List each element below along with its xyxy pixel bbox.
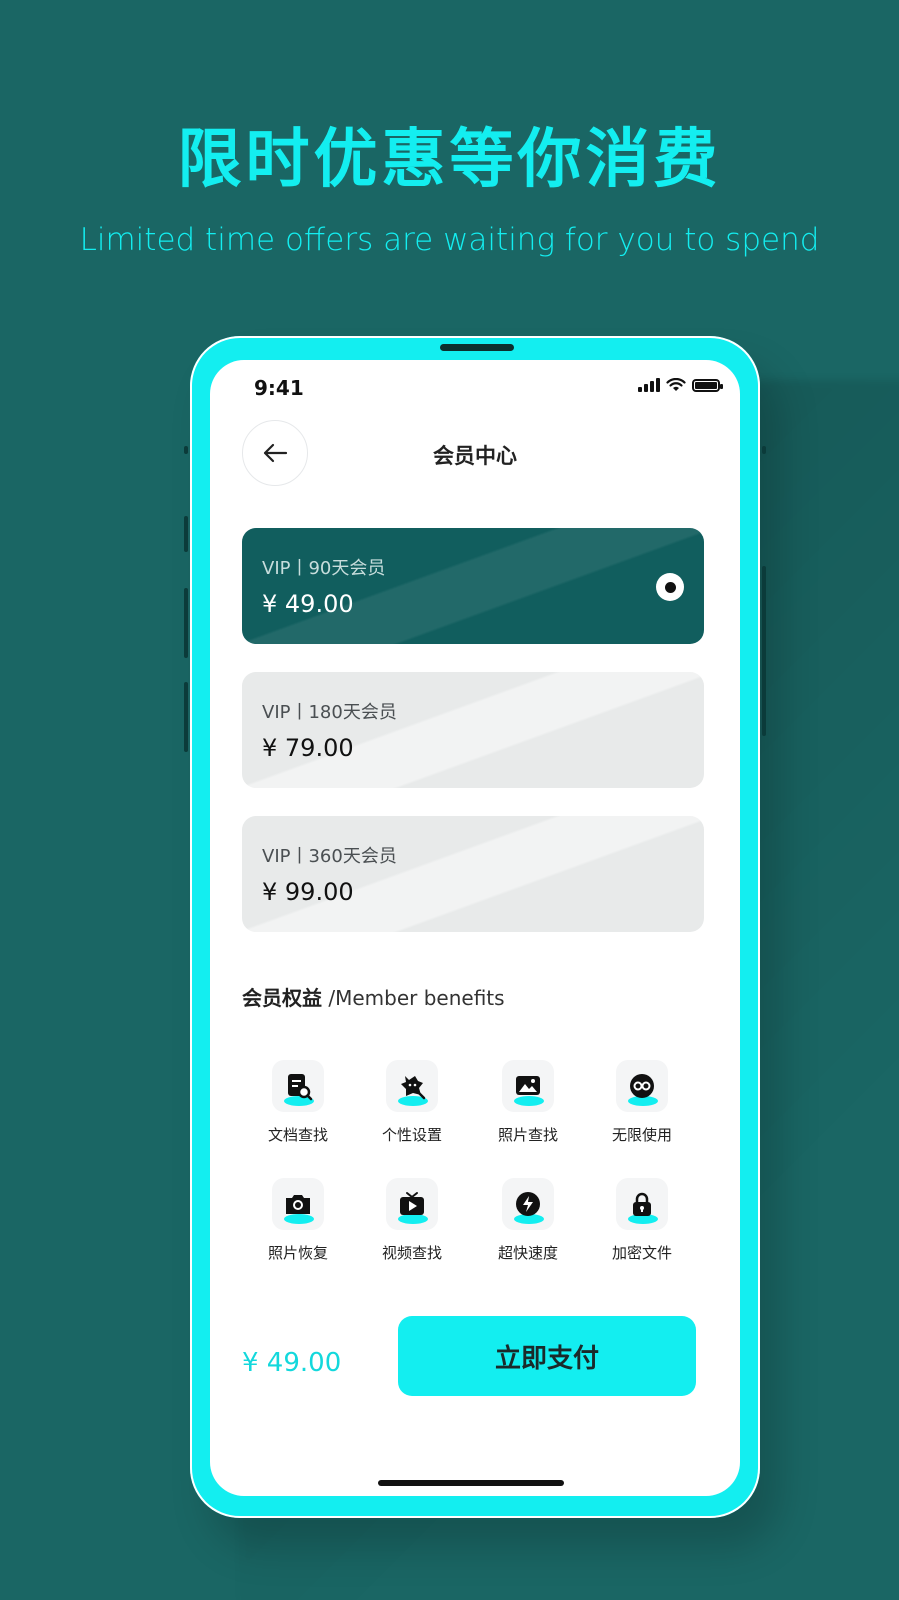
video-icon <box>400 1192 424 1215</box>
plan-card-90[interactable]: VIP丨90天会员 ¥ 49.00 <box>242 528 704 644</box>
photo-search-icon <box>516 1076 540 1095</box>
benefit-label: 文档查找 <box>267 1126 328 1144</box>
side-button <box>762 566 766 736</box>
side-button <box>184 446 188 454</box>
pay-now-button[interactable]: 立即支付 <box>398 1316 696 1396</box>
page-title: 会员中心 <box>433 444 517 468</box>
benefit-label: 照片查找 <box>497 1126 558 1144</box>
plan-price: ¥ 79.00 <box>262 734 354 762</box>
wifi-icon <box>666 378 686 391</box>
benefit-document-search[interactable]: 文档查找 <box>248 1060 348 1145</box>
battery-icon <box>692 378 723 392</box>
status-icons <box>638 378 723 392</box>
benefit-photo-recovery[interactable]: 照片恢复 <box>248 1178 348 1263</box>
phone-frame: 9:41 会员中心 VIP丨90天会员 ¥ 49.00 VIP丨180天会员 ¥… <box>184 336 766 1518</box>
lightning-icon <box>516 1192 540 1216</box>
benefit-label: 照片恢复 <box>267 1244 328 1262</box>
camera-icon <box>286 1195 310 1214</box>
plan-label: VIP丨360天会员 <box>262 846 397 867</box>
plan-price: ¥ 49.00 <box>262 590 354 618</box>
benefit-label: 个性设置 <box>381 1126 442 1144</box>
benefit-label: 超快速度 <box>497 1244 558 1262</box>
selected-radio[interactable] <box>656 573 684 601</box>
plan-label: VIP丨180天会员 <box>262 702 397 723</box>
plan-price: ¥ 99.00 <box>262 878 354 906</box>
benefits-heading-cn: 会员权益 <box>242 986 322 1010</box>
lock-icon <box>633 1192 651 1216</box>
total-price: ¥ 49.00 <box>242 1348 342 1378</box>
benefit-label: 加密文件 <box>611 1244 672 1262</box>
benefits-heading-en: /Member benefits <box>328 986 505 1010</box>
phone-screen: 9:41 会员中心 VIP丨90天会员 ¥ 49.00 VIP丨180天会员 ¥… <box>210 360 740 1496</box>
benefit-fast-speed[interactable]: 超快速度 <box>478 1178 578 1263</box>
phone-speaker <box>440 344 514 351</box>
status-time: 9:41 <box>254 376 304 400</box>
benefit-video-search[interactable]: 视频查找 <box>362 1178 462 1263</box>
plan-card-180[interactable]: VIP丨180天会员 ¥ 79.00 <box>242 672 704 788</box>
benefit-personalize[interactable]: 个性设置 <box>362 1060 462 1145</box>
plan-label: VIP丨90天会员 <box>262 558 386 579</box>
side-button <box>184 516 188 552</box>
benefit-encrypted-files[interactable]: 加密文件 <box>592 1178 692 1263</box>
side-button <box>762 446 766 454</box>
benefit-infinity[interactable]: 无限使用 <box>592 1060 692 1145</box>
plan-card-360[interactable]: VIP丨360天会员 ¥ 99.00 <box>242 816 704 932</box>
signal-icon <box>638 378 660 392</box>
benefit-photo-search[interactable]: 照片查找 <box>478 1060 578 1145</box>
personalize-icon <box>401 1076 426 1100</box>
benefits-heading: 会员权益 /Member benefits <box>242 982 505 1011</box>
infinity-icon <box>630 1074 654 1098</box>
side-button <box>184 588 188 658</box>
promo-title: 限时优惠等你消费 <box>177 123 722 197</box>
benefit-label: 视频查找 <box>381 1244 442 1262</box>
side-button <box>184 682 188 752</box>
benefit-label: 无限使用 <box>611 1126 672 1144</box>
promo-subtitle: Limited time offers are waiting for you … <box>79 222 820 258</box>
home-indicator <box>378 1480 564 1486</box>
document-search-icon <box>288 1074 313 1101</box>
